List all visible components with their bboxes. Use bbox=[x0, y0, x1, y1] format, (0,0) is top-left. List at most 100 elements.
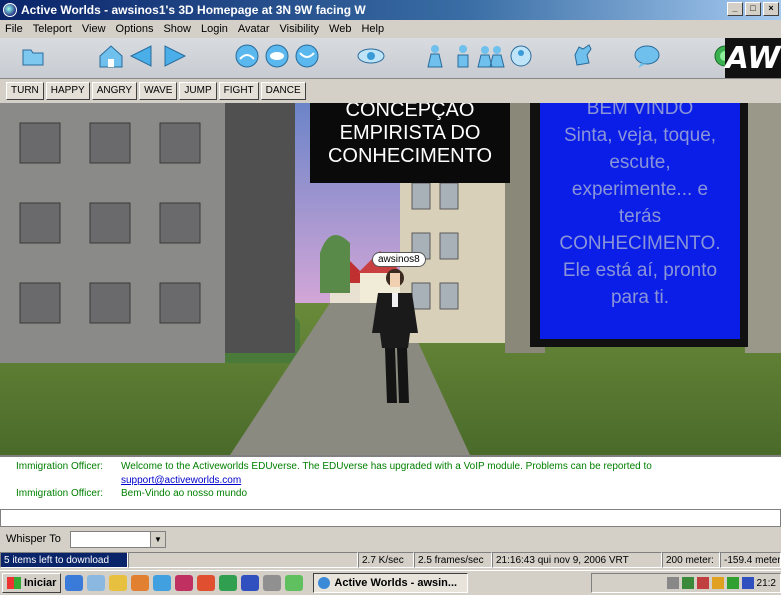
3d-viewport[interactable]: CONCEPÇÃO EMPIRISTA DO CONHECIMENTO BEM … bbox=[0, 103, 781, 455]
menu-help[interactable]: Help bbox=[356, 23, 389, 35]
right-sign-line: experimente... e bbox=[571, 179, 709, 200]
right-sign-line: CONHECIMENTO. bbox=[559, 233, 721, 254]
left-sign-line: CONHECIMENTO bbox=[327, 145, 493, 167]
word-icon[interactable] bbox=[241, 575, 260, 591]
window-title: Active Worlds - awsinos1's 3D Homepage a… bbox=[21, 3, 366, 17]
right-sign-line: Sinta, veja, toque, bbox=[563, 125, 717, 146]
left-sign-line: CONCEPÇÃO bbox=[345, 103, 475, 121]
right-sign: BEM VINDO Sinta, veja, toque, escute, ex… bbox=[540, 103, 740, 311]
menu-web[interactable]: Web bbox=[324, 23, 356, 35]
taskbar-activeworlds-item[interactable]: Active Worlds - awsin... bbox=[313, 573, 469, 593]
menu-visibility[interactable]: Visibility bbox=[275, 23, 325, 35]
chat-sender: Immigration Officer: bbox=[16, 461, 104, 472]
right-sign-line: para ti. bbox=[610, 287, 670, 308]
chat-sender: Immigration Officer: bbox=[16, 488, 104, 499]
chat-message: Welcome to the Activeworlds EDUverse. Th… bbox=[121, 461, 652, 472]
status-bar: 5 items left to download 2.7 K/sec 2.5 f… bbox=[0, 551, 781, 569]
tray-icon[interactable] bbox=[711, 577, 724, 589]
right-sign-line: terás bbox=[618, 206, 662, 227]
chat-sender bbox=[16, 475, 121, 486]
chat-bubble-icon[interactable] bbox=[632, 42, 662, 70]
system-tray: 21:2 bbox=[591, 573, 781, 593]
back-arrow-icon[interactable] bbox=[126, 42, 156, 70]
taskbar-item-label: Active Worlds - awsin... bbox=[334, 577, 458, 589]
person-icon[interactable] bbox=[420, 42, 450, 70]
right-sign-line: Ele está aí, pronto bbox=[562, 260, 718, 281]
chevron-down-icon[interactable]: ▼ bbox=[150, 531, 165, 547]
forward-arrow-icon[interactable] bbox=[160, 42, 190, 70]
contacts-icon[interactable] bbox=[476, 42, 506, 70]
frame-rate: 2.5 frames/sec bbox=[414, 552, 492, 568]
gesture-dance-button[interactable]: DANCE bbox=[260, 82, 306, 100]
visibility-distance: 200 meter: bbox=[662, 552, 720, 568]
title-bar: Active Worlds - awsinos1's 3D Homepage a… bbox=[0, 0, 781, 20]
folder-icon[interactable] bbox=[18, 42, 48, 70]
left-sign-line: EMPIRISTA DO bbox=[339, 122, 481, 144]
transfer-rate: 2.7 K/sec bbox=[358, 552, 414, 568]
chat-input[interactable] bbox=[0, 509, 781, 527]
clock[interactable]: 21:2 bbox=[757, 578, 776, 589]
tray-icon[interactable] bbox=[681, 577, 694, 589]
gesture-happy-button[interactable]: HAPPY bbox=[45, 82, 90, 100]
tray-icon[interactable] bbox=[741, 577, 754, 589]
menu-teleport[interactable]: Teleport bbox=[28, 23, 77, 35]
whisper-select[interactable]: ▼ bbox=[70, 530, 166, 548]
windows-logo-icon bbox=[7, 577, 21, 589]
start-label: Iniciar bbox=[24, 577, 57, 589]
search-icon[interactable] bbox=[263, 575, 282, 591]
app-icon[interactable] bbox=[3, 3, 17, 17]
gesture-fight-button[interactable]: FIGHT bbox=[218, 82, 259, 100]
gesture-jump-button[interactable]: JUMP bbox=[179, 82, 217, 100]
view-first-person-icon[interactable] bbox=[232, 42, 262, 70]
home-icon[interactable] bbox=[96, 42, 126, 70]
gesture-wave-button[interactable]: WAVE bbox=[139, 82, 178, 100]
tray-icon[interactable] bbox=[696, 577, 709, 589]
menu-file[interactable]: File bbox=[0, 23, 28, 35]
view-front-icon[interactable] bbox=[292, 42, 322, 70]
gesture-angry-button[interactable]: ANGRY bbox=[91, 82, 138, 100]
coordinate-readout: -159.4 meter bbox=[720, 552, 781, 568]
menu-bar: File Teleport View Options Show Login Av… bbox=[0, 20, 781, 38]
chat-log[interactable]: Immigration Officer: Welcome to the Acti… bbox=[0, 455, 781, 509]
menu-login[interactable]: Login bbox=[196, 23, 233, 35]
tray-icon[interactable] bbox=[726, 577, 739, 589]
activeworlds-logo[interactable]: AW bbox=[725, 38, 781, 78]
outlook-icon[interactable] bbox=[87, 575, 106, 591]
menu-view[interactable]: View bbox=[77, 23, 111, 35]
close-button[interactable]: × bbox=[763, 2, 779, 16]
right-sign-line: escute, bbox=[609, 152, 671, 173]
start-button[interactable]: Iniciar bbox=[2, 573, 62, 593]
toolbar bbox=[0, 38, 781, 79]
right-sign-line: BEM VINDO bbox=[586, 103, 694, 119]
menu-options[interactable]: Options bbox=[111, 23, 159, 35]
gesture-turn-button[interactable]: TURN bbox=[6, 82, 44, 100]
left-sign: CONCEPÇÃO EMPIRISTA DO CONHECIMENTO bbox=[310, 103, 510, 168]
acrobat-icon[interactable] bbox=[175, 575, 194, 591]
messenger-icon[interactable] bbox=[131, 575, 150, 591]
globe-icon[interactable] bbox=[153, 575, 172, 591]
gesture-hand-icon[interactable] bbox=[568, 42, 598, 70]
whisper-bar: Whisper To ▼ bbox=[0, 528, 781, 550]
eye-icon[interactable] bbox=[356, 42, 386, 70]
download-status: 5 items left to download bbox=[0, 552, 128, 568]
menu-avatar[interactable]: Avatar bbox=[233, 23, 275, 35]
group-icon[interactable] bbox=[506, 42, 536, 70]
status-empty bbox=[128, 552, 358, 568]
menu-show[interactable]: Show bbox=[158, 23, 196, 35]
gesture-bar: TURN HAPPY ANGRY WAVE JUMP FIGHT DANCE bbox=[0, 79, 781, 103]
activeworlds-quicklaunch-icon[interactable] bbox=[285, 575, 304, 591]
minimize-button[interactable]: _ bbox=[727, 2, 743, 16]
folder-quicklaunch-icon[interactable] bbox=[109, 575, 128, 591]
whisper-label: Whisper To bbox=[6, 533, 61, 545]
excel-icon[interactable] bbox=[219, 575, 238, 591]
windows-taskbar: Iniciar Active Worlds - awsin... 21:2 bbox=[0, 570, 781, 595]
powerpoint-icon[interactable] bbox=[197, 575, 216, 591]
telegram-icon[interactable] bbox=[448, 42, 478, 70]
view-third-person-icon[interactable] bbox=[262, 42, 292, 70]
maximize-button[interactable]: □ bbox=[745, 2, 761, 16]
ie-icon[interactable] bbox=[65, 575, 84, 591]
world-time: 21:16:43 qui nov 9, 2006 VRT bbox=[492, 552, 662, 568]
tray-icon[interactable] bbox=[666, 577, 679, 589]
app-icon-small bbox=[318, 577, 331, 589]
support-email-link[interactable]: support@activeworlds.com bbox=[121, 475, 241, 486]
